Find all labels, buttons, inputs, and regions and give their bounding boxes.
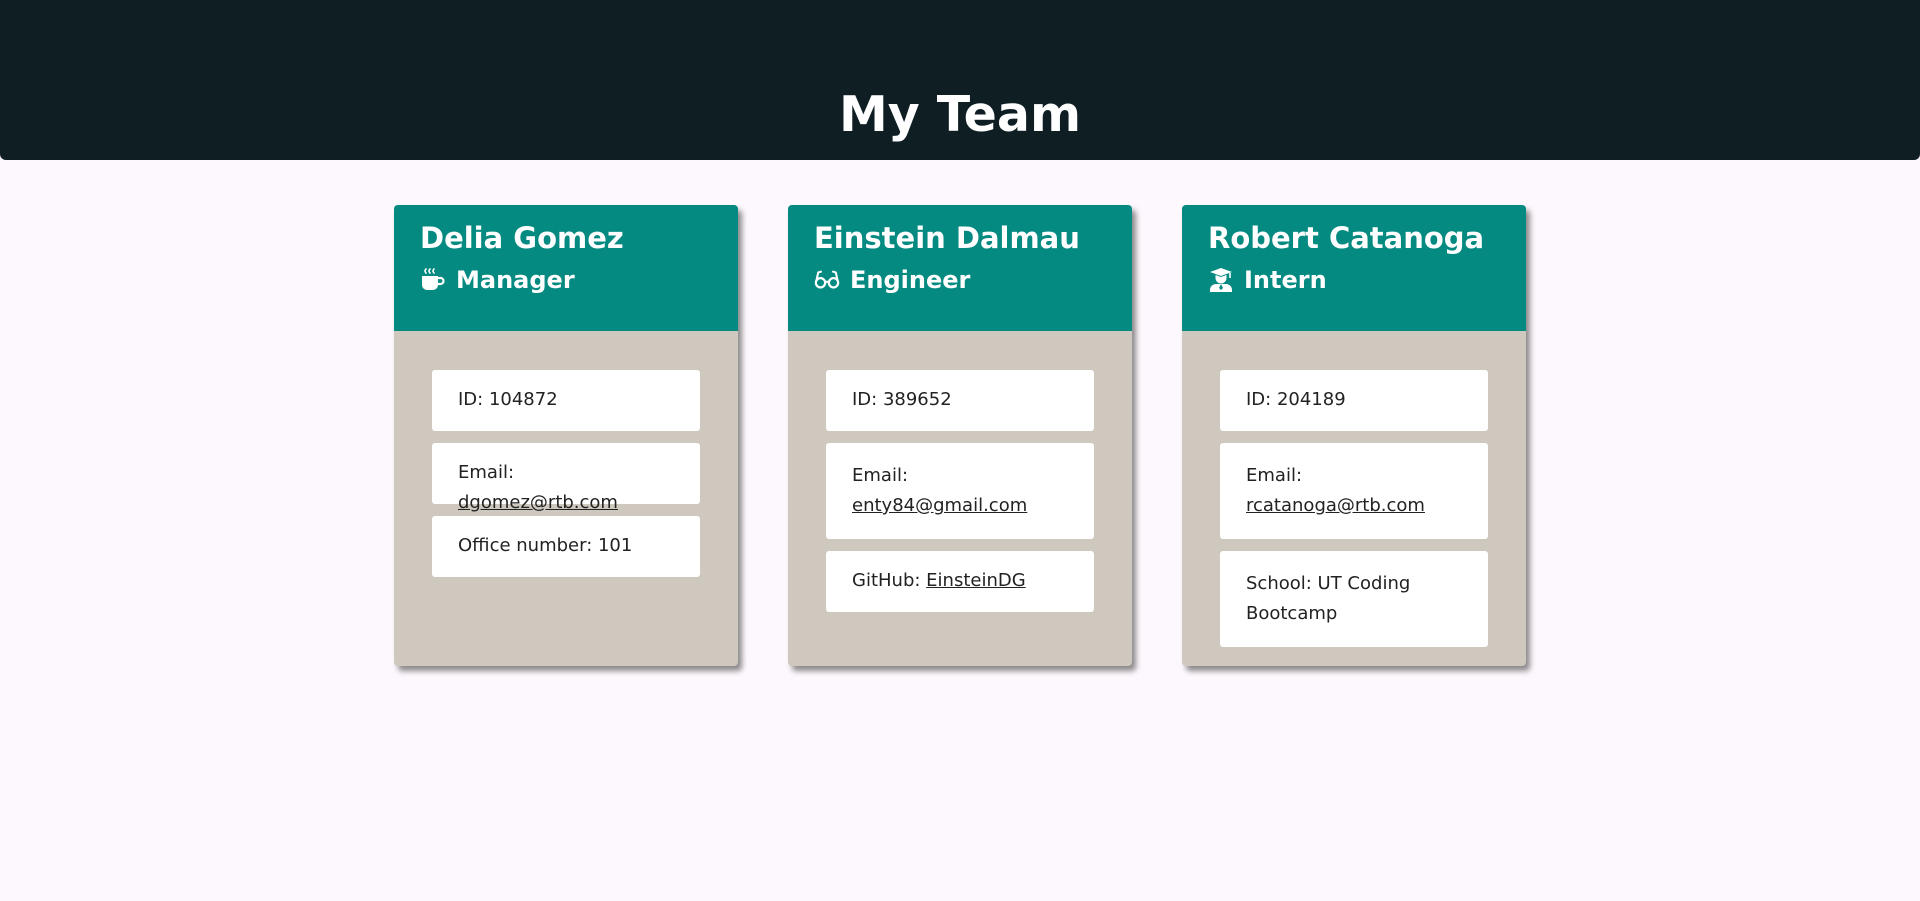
team-cards: Delia Gomez Manager ID: 104872 Email: dg… — [394, 205, 1526, 666]
email-label: Email: — [852, 465, 909, 486]
email-label: Email: — [1246, 465, 1303, 486]
employee-role: Engineer — [814, 266, 1106, 294]
office-number: Office number: 101 — [432, 516, 700, 577]
employee-card-engineer: Einstein Dalmau Engineer ID: 389652 Emai… — [788, 205, 1132, 666]
page-header: My Team — [0, 0, 1920, 160]
employee-role: Manager — [420, 266, 712, 294]
school-name: School: UT Coding Bootcamp — [1220, 551, 1488, 647]
employee-id: ID: 389652 — [826, 370, 1094, 431]
page-title: My Team — [838, 86, 1082, 143]
employee-name: Delia Gomez — [420, 221, 624, 255]
email-link[interactable]: dgomez@rtb.com — [458, 492, 618, 513]
employee-id: ID: 104872 — [432, 370, 700, 431]
graduate-icon — [1208, 267, 1234, 293]
github-username: GitHub: EinsteinDG — [826, 551, 1094, 612]
github-label: GitHub: — [852, 570, 927, 591]
employee-email: Email: rcatanoga@rtb.com — [1220, 443, 1488, 539]
card-header: Delia Gomez Manager — [394, 205, 738, 331]
employee-role: Intern — [1208, 266, 1500, 294]
email-link[interactable]: enty84@gmail.com — [852, 495, 1027, 516]
role-label: Intern — [1244, 265, 1327, 294]
role-label: Engineer — [850, 265, 971, 294]
role-label: Manager — [456, 265, 575, 294]
email-label: Email: — [458, 462, 515, 483]
employee-name: Robert Catanoga — [1208, 221, 1485, 255]
email-link[interactable]: rcatanoga@rtb.com — [1246, 495, 1425, 516]
employee-id: ID: 204189 — [1220, 370, 1488, 431]
employee-email: Email: dgomez@rtb.com — [432, 443, 700, 513]
github-link[interactable]: EinsteinDG — [926, 570, 1026, 591]
card-body: ID: 389652 Email: enty84@gmail.com GitHub… — [788, 331, 1132, 612]
employee-email: Email: enty84@gmail.com — [826, 443, 1094, 539]
coffee-icon — [420, 267, 446, 293]
card-header: Robert Catanoga Intern — [1182, 205, 1526, 331]
employee-card-intern: Robert Catanoga Intern ID: 204189 Email:… — [1182, 205, 1526, 666]
card-header: Einstein Dalmau Engineer — [788, 205, 1132, 331]
card-body: ID: 204189 Email: rcatanoga@rtb.com Schoo… — [1182, 331, 1526, 647]
employee-card-manager: Delia Gomez Manager ID: 104872 Email: dg… — [394, 205, 738, 666]
glasses-icon — [814, 267, 840, 293]
employee-name: Einstein Dalmau — [814, 221, 1080, 255]
card-body: ID: 104872 Email: dgomez@rtb.com Office … — [394, 331, 738, 577]
